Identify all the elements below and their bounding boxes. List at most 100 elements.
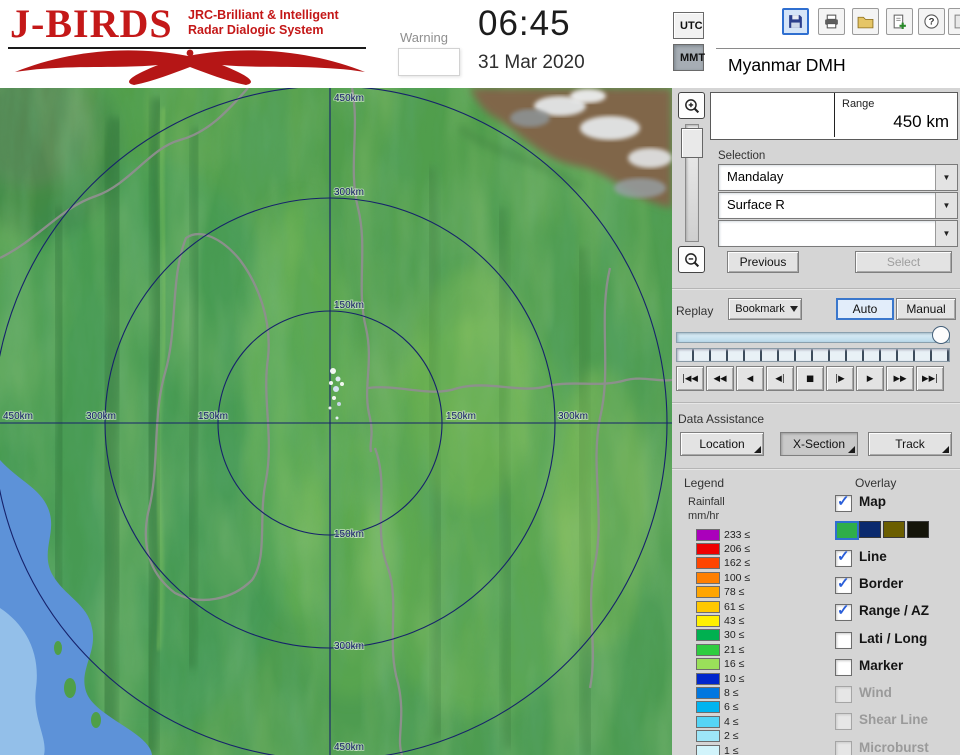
legend-color-swatch bbox=[696, 600, 720, 613]
legend-color-swatch bbox=[696, 744, 720, 755]
export-button[interactable] bbox=[886, 8, 913, 35]
separator bbox=[672, 402, 960, 404]
clock-time: 06:45 bbox=[478, 4, 571, 43]
playback-play-backward-button[interactable]: ◀ bbox=[736, 366, 764, 391]
separator bbox=[672, 288, 960, 290]
overlay-checkbox-map[interactable] bbox=[835, 492, 852, 512]
map-style-swatch-1[interactable] bbox=[835, 521, 859, 541]
site-select-value: Mandalay bbox=[727, 169, 784, 184]
logo-subtitle-1: JRC-Brilliant & Intelligent bbox=[188, 8, 339, 22]
manual-toggle[interactable]: Manual bbox=[896, 298, 956, 320]
chevron-down-icon[interactable]: ▼ bbox=[935, 221, 957, 246]
save-button[interactable] bbox=[782, 8, 809, 35]
tool-icon bbox=[954, 14, 960, 29]
playback-step-forward-button[interactable]: |▶ bbox=[826, 366, 854, 391]
playback-skip-end-button[interactable]: ▶▶| bbox=[916, 366, 944, 391]
replay-slider-track[interactable] bbox=[676, 332, 950, 343]
folder-icon bbox=[857, 16, 874, 29]
range-label: 150km bbox=[198, 411, 228, 422]
overlay-checkbox-border[interactable] bbox=[835, 574, 852, 594]
mmt-button[interactable]: MMT bbox=[673, 44, 705, 71]
legend-value: 21 ≤ bbox=[724, 643, 745, 656]
export-icon bbox=[893, 14, 906, 29]
data-assistance-label: Data Assistance bbox=[678, 412, 765, 426]
legend-color-swatch bbox=[696, 730, 720, 743]
legend-color-swatch bbox=[696, 614, 720, 627]
legend-color-swatch bbox=[696, 542, 720, 555]
overlay-checkbox-line[interactable] bbox=[835, 547, 852, 567]
x-section-button[interactable]: X-Section bbox=[780, 432, 858, 456]
overlay-item-label: Lati / Long bbox=[859, 630, 928, 646]
playback-fast-forward-button[interactable]: ▶▶ bbox=[886, 366, 914, 391]
logo-subtitle: JRC-Brilliant & Intelligent Radar Dialog… bbox=[188, 8, 339, 38]
map-style-swatch-3[interactable] bbox=[883, 521, 905, 539]
chevron-down-icon[interactable]: ▼ bbox=[935, 193, 957, 218]
overlay-item-label: Map bbox=[859, 494, 886, 509]
zoom-in-button[interactable] bbox=[678, 92, 705, 119]
legend-value: 6 ≤ bbox=[724, 701, 739, 714]
range-value: 450 km bbox=[893, 112, 949, 131]
legend-label: Legend bbox=[684, 476, 725, 490]
legend-value: 16 ≤ bbox=[724, 658, 745, 671]
range-label: 450km bbox=[3, 411, 33, 422]
site-select[interactable]: Mandalay ▼ bbox=[718, 164, 958, 191]
overlay-item-label: Marker bbox=[859, 657, 904, 673]
overlay-checkbox-microburst bbox=[835, 740, 852, 755]
replay-slider-thumb[interactable] bbox=[932, 326, 950, 344]
location-button[interactable]: Location bbox=[680, 432, 764, 456]
auto-toggle[interactable]: Auto bbox=[836, 298, 894, 320]
help-button[interactable]: ? bbox=[918, 8, 945, 35]
range-label: 450km bbox=[334, 93, 364, 104]
playback-play-button[interactable]: ▶ bbox=[856, 366, 884, 391]
map-style-swatch-2[interactable] bbox=[859, 521, 881, 539]
legend-value: 100 ≤ bbox=[724, 571, 751, 584]
radar-map[interactable]: 450km 300km 150km 150km 300km 450km 300k… bbox=[0, 58, 673, 755]
legend-value: 30 ≤ bbox=[724, 629, 745, 642]
track-button[interactable]: Track bbox=[868, 432, 952, 456]
range-readout: Range 450 km bbox=[710, 92, 958, 140]
zoom-out-button[interactable] bbox=[678, 246, 705, 273]
logo-title: J-BIRDS bbox=[10, 1, 173, 46]
open-folder-button[interactable] bbox=[852, 8, 879, 35]
legend-color-swatch bbox=[696, 528, 720, 541]
select-button[interactable]: Select bbox=[855, 251, 952, 273]
elevation-select[interactable]: ▼ bbox=[718, 220, 958, 247]
overlay-item-label: Border bbox=[859, 575, 904, 591]
playback-rewind-button[interactable]: ◀◀ bbox=[706, 366, 734, 391]
toolbar-divider bbox=[716, 48, 960, 49]
bookmark-button[interactable]: Bookmark bbox=[728, 298, 802, 320]
overlay-checkbox-lati-long[interactable] bbox=[835, 631, 852, 649]
overlay-checkbox-marker[interactable] bbox=[835, 658, 852, 676]
bookmark-button-label: Bookmark bbox=[735, 303, 785, 315]
overlay-checkbox-range-az[interactable] bbox=[835, 601, 852, 622]
legend-value: 43 ≤ bbox=[724, 614, 745, 627]
playback-step-back-button[interactable]: ◀| bbox=[766, 366, 794, 391]
station-name: Myanmar DMH bbox=[728, 55, 846, 75]
previous-button[interactable]: Previous bbox=[727, 251, 799, 273]
playback-stop-button[interactable]: ■ bbox=[796, 366, 824, 391]
playback-skip-start-button[interactable]: |◀◀ bbox=[676, 366, 704, 391]
legend-color-swatch bbox=[696, 715, 720, 728]
overlay-item-label: Microburst bbox=[859, 739, 929, 755]
range-label: 300km bbox=[86, 411, 116, 422]
range-label: 300km bbox=[334, 641, 364, 652]
warning-indicator bbox=[398, 48, 460, 76]
legend-value: 8 ≤ bbox=[724, 686, 739, 699]
separator bbox=[672, 468, 960, 470]
legend-color-swatch bbox=[696, 571, 720, 584]
replay-tick-bar[interactable] bbox=[676, 348, 950, 362]
zoom-slider-thumb[interactable] bbox=[681, 128, 703, 158]
legend-color-swatch bbox=[696, 586, 720, 599]
print-button[interactable] bbox=[818, 8, 845, 35]
product-select[interactable]: Surface R ▼ bbox=[718, 192, 958, 219]
chevron-down-icon bbox=[790, 306, 798, 312]
legend-color-swatch bbox=[696, 658, 720, 671]
extra-tool-button[interactable] bbox=[948, 8, 960, 35]
overlay-item-label: Shear Line bbox=[859, 712, 929, 728]
utc-button[interactable]: UTC bbox=[673, 12, 704, 39]
chevron-down-icon[interactable]: ▼ bbox=[935, 165, 957, 190]
help-icon: ? bbox=[924, 14, 939, 29]
range-label: 300km bbox=[334, 187, 364, 198]
overlay-checkbox-shear-line bbox=[835, 713, 852, 731]
map-style-swatch-4[interactable] bbox=[907, 521, 929, 539]
